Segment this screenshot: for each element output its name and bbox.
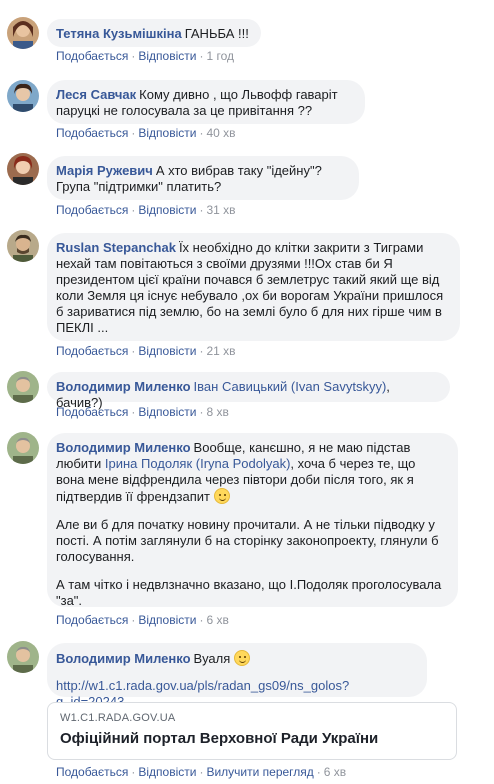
separator-dot: ·: [199, 765, 204, 779]
separator-dot: ·: [131, 49, 136, 63]
comment-actions: Подобається · Відповісти · 21 хв: [56, 344, 236, 358]
reply-link[interactable]: Відповісти: [138, 49, 196, 63]
comment-time[interactable]: 31 хв: [206, 203, 235, 217]
separator-dot: ·: [131, 613, 136, 627]
reply-link[interactable]: Відповісти: [138, 126, 196, 140]
comment-time[interactable]: 21 хв: [206, 344, 235, 358]
comment-paragraph: Але ви б для початку новину прочитали. А…: [56, 517, 439, 564]
smile-emoji-icon: [233, 650, 250, 666]
comment-paragraph: А там чітко і недвлзначно вказано, що І.…: [56, 577, 442, 608]
avatar[interactable]: [7, 641, 39, 673]
comment-bubble: Леся Савчак Кому дивно , що Львофф гаварі…: [47, 80, 365, 124]
comment-bubble: Володимир Миленко Вуаля http://w1.c1.rada…: [47, 643, 427, 709]
comment-text: Вуаля: [193, 651, 231, 666]
comment-author[interactable]: Марія Ружевич: [56, 163, 153, 178]
avatar[interactable]: [7, 432, 39, 464]
preview-title: Офіційний портал Верховної Ради України: [60, 730, 379, 747]
comment-actions: Подобається · Відповісти · Вилучити перегляд…: [56, 765, 346, 779]
comment-author[interactable]: Ruslan Stepanchak: [56, 240, 176, 255]
separator-dot: ·: [199, 405, 204, 419]
comment-actions: Подобається · Відповісти · 8 хв: [56, 405, 229, 419]
separator-dot: ·: [131, 405, 136, 419]
comment-time[interactable]: 40 хв: [206, 126, 235, 140]
comment-text: ГАНЬБА !!!: [184, 26, 249, 41]
reply-link[interactable]: Відповісти: [138, 203, 196, 217]
comment-actions: Подобається · Відповісти · 1 год: [56, 49, 234, 63]
avatar[interactable]: [7, 80, 39, 112]
link-preview-card[interactable]: W1.C1.RADA.GOV.UA Офіційний портал Верхо…: [47, 702, 457, 760]
comment-bubble: Тетяна Кузьмішкіна ГАНЬБА !!!: [47, 19, 261, 47]
comment-bubble: Володимир Миленко Іван Савицький (Ivan Sa…: [47, 372, 450, 410]
comment-author[interactable]: Володимир Миленко: [56, 651, 191, 666]
comment-author[interactable]: Володимир Миленко: [56, 440, 191, 455]
separator-dot: ·: [199, 126, 204, 140]
mention-link[interactable]: Іван Савицький (Ivan Savytskyy): [194, 379, 387, 394]
smile-emoji-icon: [213, 488, 230, 504]
comment-bubble: Марія Ружевич А хто вибрав таку "ідейну"?…: [47, 156, 359, 200]
separator-dot: ·: [199, 344, 204, 358]
comment-paragraph: Володимир Миленко Вообще, канєшно, я не м…: [56, 440, 446, 505]
preview-domain: W1.C1.RADA.GOV.UA: [60, 712, 176, 724]
reply-link[interactable]: Відповісти: [138, 765, 196, 779]
separator-dot: ·: [131, 344, 136, 358]
comment-time[interactable]: 6 хв: [206, 613, 228, 627]
comment-author[interactable]: Тетяна Кузьмішкіна: [56, 26, 182, 41]
avatar[interactable]: [7, 371, 39, 403]
separator-dot: ·: [131, 765, 136, 779]
like-link[interactable]: Подобається: [56, 203, 128, 217]
reply-link[interactable]: Відповісти: [138, 344, 196, 358]
separator-dot: ·: [199, 203, 204, 217]
avatar[interactable]: [7, 17, 39, 49]
hide-preview-link[interactable]: Вилучити перегляд: [206, 765, 313, 779]
reply-link[interactable]: Відповісти: [138, 405, 196, 419]
comment-time[interactable]: 8 хв: [206, 405, 228, 419]
comment-actions: Подобається · Відповісти · 6 хв: [56, 613, 229, 627]
separator-dot: ·: [316, 765, 321, 779]
comment-bubble: Володимир Миленко Вообще, канєшно, я не м…: [47, 433, 458, 608]
comment-actions: Подобається · Відповісти · 40 хв: [56, 126, 236, 140]
separator-dot: ·: [199, 613, 204, 627]
like-link[interactable]: Подобається: [56, 344, 128, 358]
comment-time[interactable]: 6 хв: [324, 765, 346, 779]
avatar[interactable]: [7, 230, 39, 262]
separator-dot: ·: [199, 49, 204, 63]
like-link[interactable]: Подобається: [56, 765, 128, 779]
reply-link[interactable]: Відповісти: [138, 613, 196, 627]
comment-paragraph: Володимир Миленко Вуаля: [56, 650, 415, 667]
comment-actions: Подобається · Відповісти · 31 хв: [56, 203, 236, 217]
like-link[interactable]: Подобається: [56, 405, 128, 419]
like-link[interactable]: Подобається: [56, 613, 128, 627]
comment-author[interactable]: Леся Савчак: [56, 87, 136, 102]
like-link[interactable]: Подобається: [56, 49, 128, 63]
mention-link[interactable]: Ірина Подоляк (Iryna Podolyak): [105, 456, 291, 471]
comment-time[interactable]: 1 год: [206, 49, 234, 63]
like-link[interactable]: Подобається: [56, 126, 128, 140]
separator-dot: ·: [131, 203, 136, 217]
avatar[interactable]: [7, 153, 39, 185]
separator-dot: ·: [131, 126, 136, 140]
comment-bubble: Ruslan Stepanchak Їх необхідно до клітки …: [47, 233, 460, 341]
comment-author[interactable]: Володимир Миленко: [56, 379, 191, 394]
